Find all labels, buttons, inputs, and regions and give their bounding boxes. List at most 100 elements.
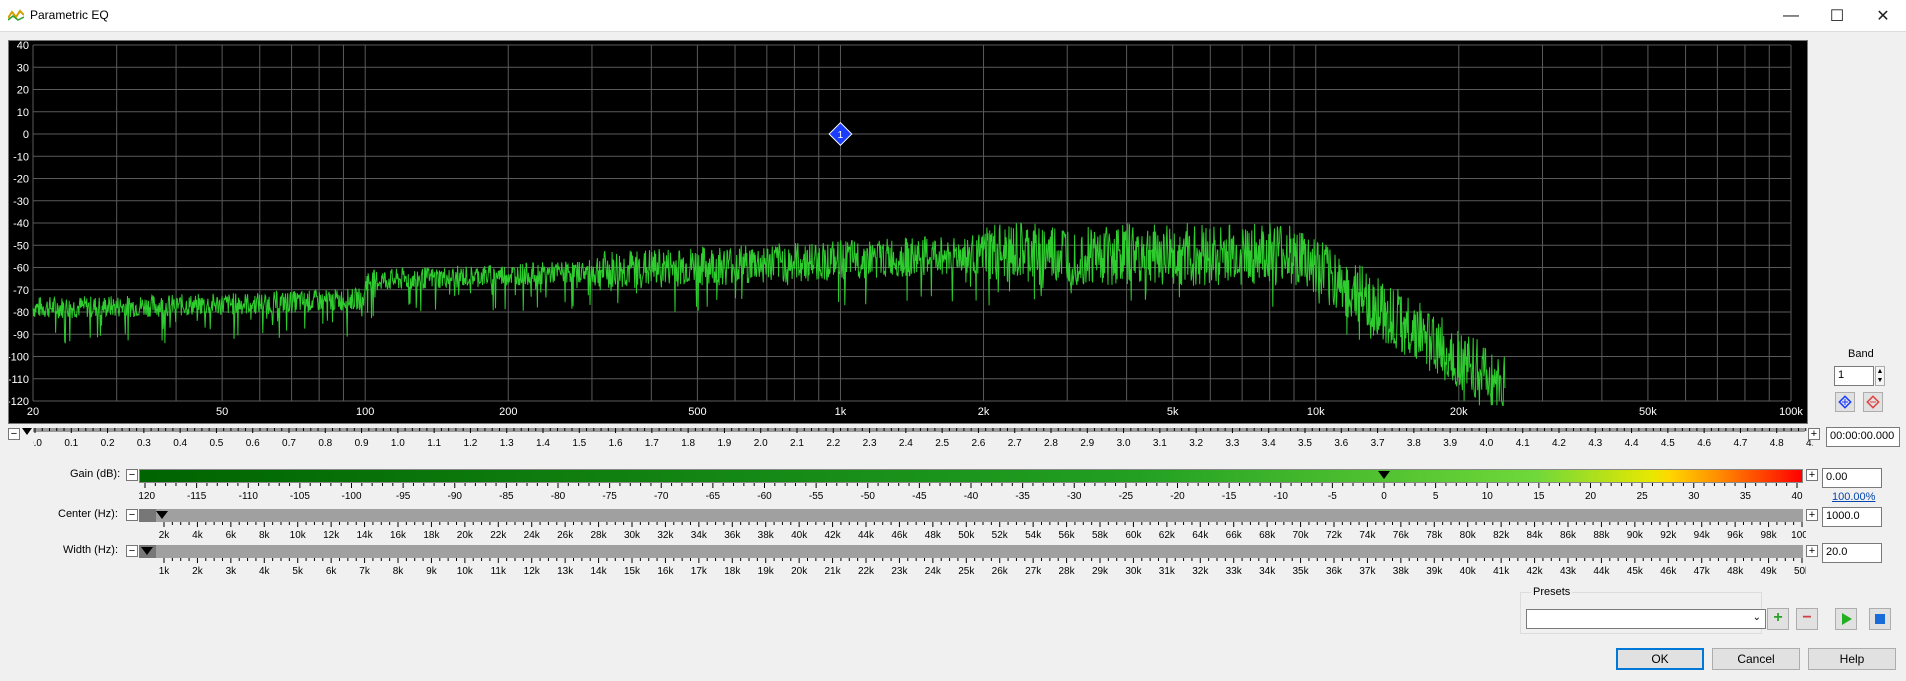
presets-dropdown[interactable]: ⌄ — [1526, 609, 1766, 629]
x-tick-label: 20 — [27, 406, 39, 418]
ruler-tick-label: -5 — [1328, 491, 1337, 502]
ruler-tick-label: 0.4 — [173, 438, 187, 449]
ruler-tick-label: 3.1 — [1153, 438, 1167, 449]
ruler-tick-label: -100 — [341, 491, 361, 502]
y-tick-label: 30 — [17, 62, 29, 74]
width-decrease-button[interactable]: − — [126, 545, 138, 557]
ruler-tick-label: 46k — [891, 530, 908, 541]
ruler-tick-label: 21k — [825, 566, 842, 577]
remove-band-button[interactable] — [1863, 392, 1883, 412]
center-ruler: 2k 4k 6k 8k 10k 12k 14k 16k 18k 20k 22k 24k 26k 28k 30… — [159, 522, 1806, 541]
ruler-tick-label: 50k — [1794, 566, 1806, 577]
ruler-tick-label: 4k — [259, 566, 271, 577]
ruler-tick-label: 90k — [1627, 530, 1644, 541]
ruler-tick-label: 4.1 — [1516, 438, 1530, 449]
x-tick-label: 1k — [835, 406, 847, 418]
time-field[interactable]: 00:00:00.000 — [1826, 427, 1900, 447]
ruler-tick-label: -30 — [1067, 491, 1082, 502]
ruler-tick-label: 78k — [1426, 530, 1443, 541]
gain-row: Gain (dB): − -120-115-110-105-100-95-90-… — [0, 466, 1906, 506]
gain-decrease-button[interactable]: − — [126, 469, 138, 481]
band-panel: Band 1 ▲ ▼ — [1830, 346, 1890, 416]
timeline-zoom-in-button[interactable]: + — [1808, 428, 1820, 440]
add-preset-button[interactable]: + — [1767, 608, 1789, 630]
width-increase-button[interactable]: + — [1806, 545, 1818, 557]
y-tick-label: -10 — [13, 151, 29, 163]
ok-button[interactable]: OK — [1616, 648, 1704, 670]
ruler-tick-label: 25 — [1637, 491, 1649, 502]
ruler-tick-label: 3.3 — [1225, 438, 1239, 449]
ruler-tick-label: 0.2 — [101, 438, 115, 449]
width-value-field[interactable]: 20.0 — [1822, 543, 1882, 563]
y-tick-label: -60 — [13, 263, 29, 275]
ruler-tick-label: 23k — [891, 566, 908, 577]
band-number-field[interactable]: 1 — [1834, 366, 1874, 386]
ruler-tick-label: 10 — [1482, 491, 1494, 502]
ruler-tick-label: -95 — [396, 491, 411, 502]
gain-percent-link[interactable]: 100.00% — [1832, 491, 1875, 503]
ruler-tick-label: -40 — [964, 491, 979, 502]
x-tick-label: 5k — [1167, 406, 1179, 418]
ruler-tick-label: 3.7 — [1371, 438, 1385, 449]
timeline-ruler[interactable]: 0.0 0.1 0.2 0.3 0.4 0.5 0.6 0.7 0.8 0.9 1.0 1.1 1.2 1… — [33, 428, 1813, 462]
ruler-tick-label: 2k — [159, 530, 171, 541]
help-button[interactable]: Help — [1808, 648, 1896, 670]
band-spinner[interactable]: ▲ ▼ — [1875, 366, 1885, 386]
ruler-tick-label: 24k — [524, 530, 541, 541]
chevron-down-icon: ⌄ — [1752, 612, 1761, 623]
width-slider-track[interactable] — [156, 545, 1803, 558]
center-value-field[interactable]: 1000.0 — [1822, 507, 1882, 527]
center-slider-track[interactable] — [156, 509, 1803, 522]
gain-slider-thumb[interactable] — [1378, 471, 1390, 479]
y-tick-label: -70 — [13, 285, 29, 297]
add-band-icon — [1838, 395, 1852, 409]
ruler-tick-label: 1.0 — [391, 438, 405, 449]
ruler-tick-label: 17k — [691, 566, 708, 577]
cancel-button[interactable]: Cancel — [1712, 648, 1800, 670]
spectrum-plot[interactable]: 403020100-10-20-30-40-50-60-70-80-90-100… — [7, 40, 1807, 423]
timeline-row: − 0.0 0.1 0.2 0.3 0.4 0.5 0.6 0.7 0.8 0.9 1.0 1.1 1.… — [8, 427, 1900, 464]
ruler-tick-label: -120 — [139, 491, 155, 502]
ruler-tick-label: 0.6 — [246, 438, 260, 449]
center-increase-button[interactable]: + — [1806, 509, 1818, 521]
timeline-zoom-out-button[interactable]: − — [8, 428, 20, 440]
center-slider-thumb[interactable] — [156, 511, 168, 519]
ruler-tick-label: 64k — [1192, 530, 1209, 541]
close-button[interactable]: ✕ — [1860, 0, 1906, 31]
width-slider-thumb[interactable] — [141, 547, 153, 555]
play-button[interactable] — [1835, 608, 1857, 630]
ruler-tick-label: 2.7 — [1008, 438, 1022, 449]
stop-button[interactable] — [1869, 608, 1891, 630]
timeline-marker-icon[interactable] — [22, 428, 32, 435]
ruler-tick-label: 4.8 — [1770, 438, 1784, 449]
remove-band-icon — [1866, 395, 1880, 409]
band-marker-label: 1 — [838, 130, 844, 141]
ruler-tick-label: 20k — [457, 530, 474, 541]
ruler-tick-label: 22k — [490, 530, 507, 541]
gain-slider-track[interactable] — [139, 469, 1803, 483]
eq-app-icon — [8, 9, 24, 21]
add-band-button[interactable] — [1835, 392, 1855, 412]
ruler-tick-label: 76k — [1393, 530, 1410, 541]
ruler-tick-label: 38k — [758, 530, 775, 541]
gain-value-field[interactable]: 0.00 — [1822, 468, 1882, 488]
ruler-tick-label: 3.2 — [1189, 438, 1203, 449]
center-decrease-button[interactable]: − — [126, 509, 138, 521]
ruler-tick-label: 4.0 — [1479, 438, 1493, 449]
ruler-tick-label: -60 — [757, 491, 772, 502]
ruler-tick-label: 8k — [259, 530, 271, 541]
maximize-button[interactable]: ☐ — [1814, 0, 1860, 31]
ruler-tick-label: 36k — [724, 530, 741, 541]
ruler-tick-label: 8k — [393, 566, 405, 577]
minimize-button[interactable]: — — [1768, 0, 1814, 31]
ruler-tick-label: 34k — [1259, 566, 1276, 577]
remove-preset-button[interactable]: − — [1796, 608, 1818, 630]
ruler-tick-label: 0.7 — [282, 438, 296, 449]
ruler-tick-label: 3.9 — [1443, 438, 1457, 449]
ruler-tick-label: 4.3 — [1588, 438, 1602, 449]
y-tick-label: -20 — [13, 174, 29, 186]
eq-graph[interactable]: 40 30 20 10 0 -10 -20 -30 -40 -50 -60 -70 -80 -90 -100… — [7, 40, 1808, 424]
ruler-tick-label: 84k — [1527, 530, 1544, 541]
gain-increase-button[interactable]: + — [1806, 469, 1818, 481]
presets-label: Presets — [1531, 586, 1573, 598]
